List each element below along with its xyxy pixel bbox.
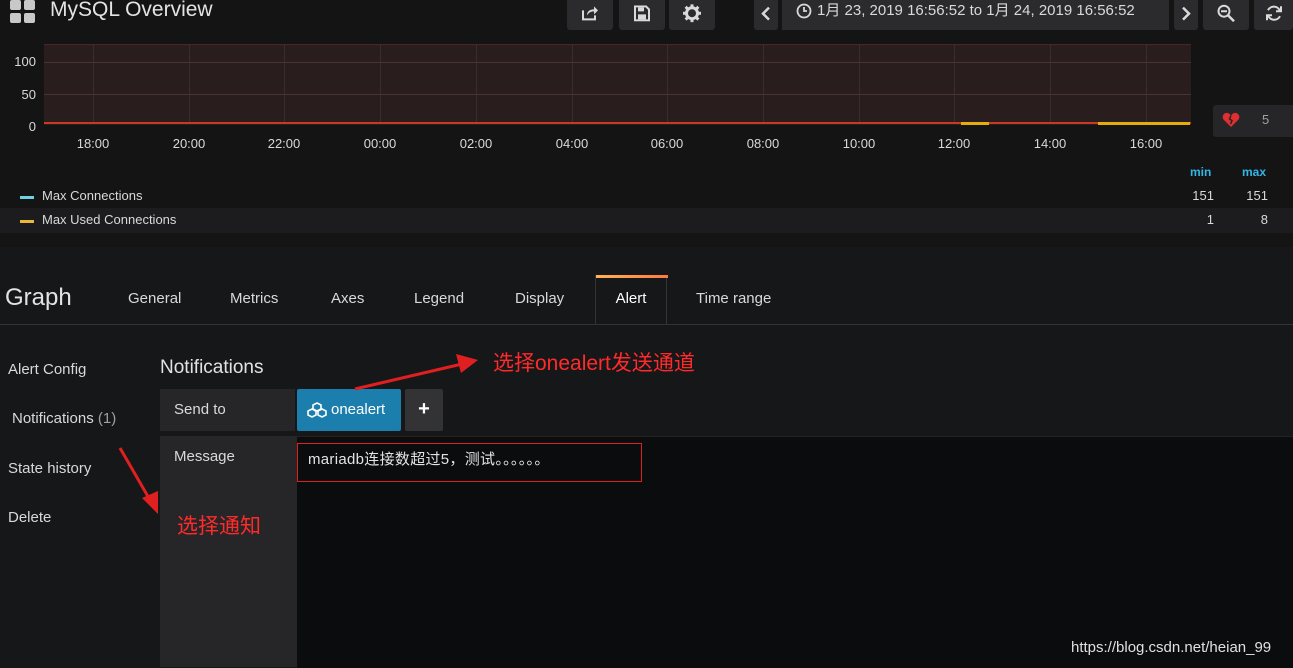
annotation-select-channel: 选择onealert发送通道 [493, 352, 695, 375]
annotation-select-notification: 选择通知 [177, 515, 261, 538]
watermark: https://blog.csdn.net/heian_99 [1071, 639, 1272, 656]
annotation-arrows [118, 354, 478, 514]
